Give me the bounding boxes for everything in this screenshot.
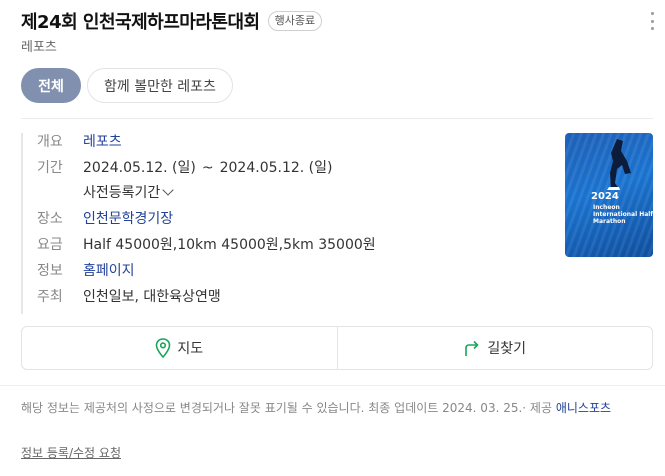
period-end: 2024.05.12. (일) [219,160,333,176]
homepage-link[interactable]: 홈페이지 [83,262,135,281]
info-row-overview: 개요 레포츠 [37,133,541,152]
info-list: 개요 레포츠 기간 2024.05.12. (일) ~2024.05.12. (일… [21,133,541,314]
notice-text: 해당 정보는 제공처의 사정으로 변경되거나 잘못 표기될 수 있습니다. 최종… [21,401,552,415]
map-pin-icon [156,338,171,358]
pre-registration-label: 사전등록기간 [83,185,161,201]
info-row-organizer: 주최 인천일보, 대한육상연맹 [37,288,541,307]
provider-link[interactable]: 애니스포츠 [556,401,611,415]
action-bar: 지도 길찾기 [21,326,653,370]
footer-notice: 해당 정보는 제공처의 사정으로 변경되거나 잘못 표기될 수 있습니다. 최종… [21,398,655,418]
runner-figure-icon [607,139,631,190]
fee-label: 요금 [37,237,63,253]
directions-button[interactable]: 길찾기 [336,327,653,369]
header: 제24회 인천국제하프마라톤대회 행사종료 [21,8,323,34]
period-value: 2024.05.12. (일) ~2024.05.12. (일) [83,159,332,178]
map-button[interactable]: 지도 [22,327,337,369]
organizer-label: 주최 [37,289,63,305]
info-row-period: 기간 2024.05.12. (일) ~2024.05.12. (일) [37,159,541,178]
tab-related-leisure[interactable]: 함께 볼만한 레포츠 [87,68,233,103]
more-options-icon[interactable] [649,12,655,30]
period-separator: ~ [201,160,214,176]
tab-all[interactable]: 전체 [21,68,81,103]
poster-line-2: International Half [593,211,653,218]
divider [21,118,653,119]
poster-line-1: Incheon [593,204,620,211]
info-row-fee: 요금 Half 45000원,10km 45000원,5km 35000원 [37,236,541,255]
period-start: 2024.05.12. (일) [83,160,196,176]
divider [0,385,665,386]
map-label: 지도 [177,341,204,357]
directions-label: 길찾기 [487,341,527,357]
category-label: 레포츠 [21,40,57,55]
period-label: 기간 [37,160,63,176]
poster-line-3: Marathon [593,218,626,225]
report-edit-link[interactable]: 정보 등록/수정 요청 [21,444,121,461]
info-label: 정보 [37,263,63,279]
place-label: 장소 [37,211,63,227]
chevron-down-icon [162,183,174,196]
info-row-place: 장소 인천문학경기장 [37,210,541,229]
fee-value: Half 45000원,10km 45000원,5km 35000원 [83,237,376,253]
status-badge: 행사종료 [267,11,323,31]
overview-value[interactable]: 레포츠 [83,133,122,152]
pre-registration-toggle[interactable]: 사전등록기간 [83,182,541,202]
tab-bar: 전체 함께 볼만한 레포츠 [21,68,233,103]
event-poster[interactable]: 2024 Incheon International Half Marathon [565,133,653,257]
page-title: 제24회 인천국제하프마라톤대회 [21,12,260,33]
place-value[interactable]: 인천문학경기장 [83,210,173,229]
info-row-link: 정보 홈페이지 [37,262,541,281]
poster-year: 2024 [591,191,619,202]
overview-label: 개요 [37,134,63,150]
organizer-value: 인천일보, 대한육상연맹 [83,289,221,305]
directions-arrow-icon [465,340,480,356]
